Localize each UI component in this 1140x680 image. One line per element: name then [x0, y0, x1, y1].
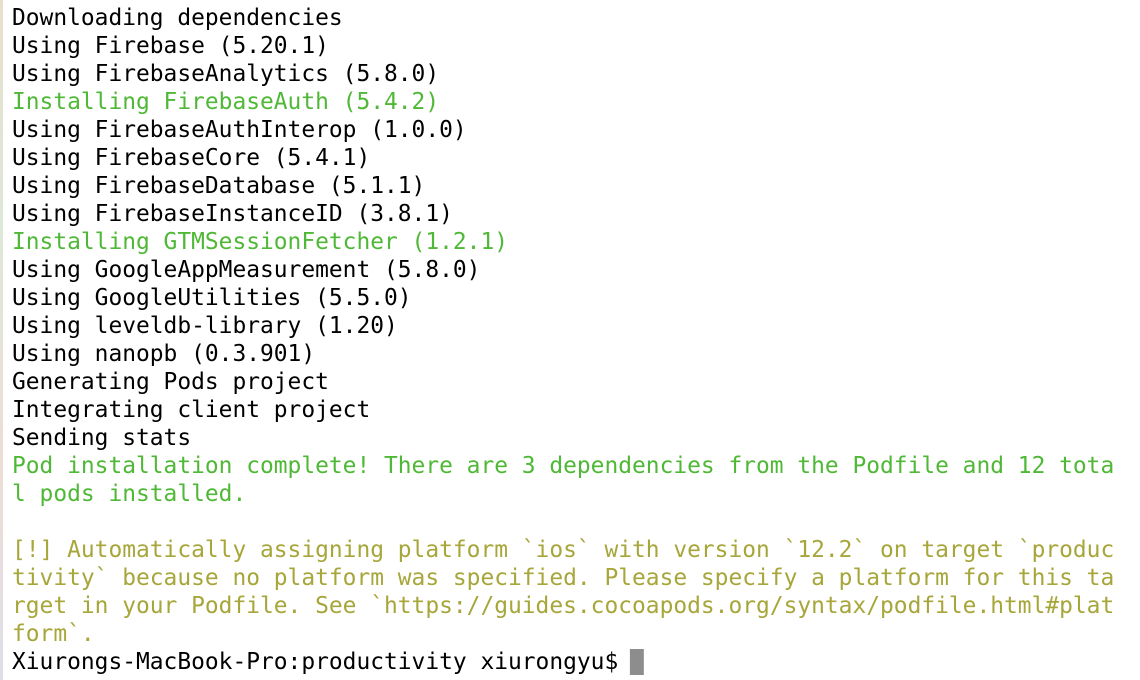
- terminal-line: Using Firebase (5.20.1): [12, 33, 329, 59]
- terminal-line: Using nanopb (0.3.901): [12, 341, 316, 367]
- terminal-line: Using FirebaseInstanceID (3.8.1): [12, 201, 453, 227]
- success-message: l pods installed.: [12, 481, 247, 507]
- warning-message: form`.: [12, 621, 95, 647]
- terminal-line: Generating Pods project: [12, 369, 329, 395]
- terminal-line: Using FirebaseAuthInterop (1.0.0): [12, 117, 467, 143]
- terminal-line-installing: Installing FirebaseAuth (5.4.2): [12, 89, 440, 115]
- terminal-line: Using GoogleUtilities (5.5.0): [12, 285, 412, 311]
- terminal-line: Using FirebaseCore (5.4.1): [12, 145, 371, 171]
- warning-message: tivity` because no platform was specifie…: [12, 565, 1115, 591]
- warning-message: rget in your Podfile. See `https://guide…: [12, 593, 1115, 619]
- terminal-window[interactable]: Downloading dependencies Using Firebase …: [0, 0, 1140, 680]
- terminal-line: Using FirebaseDatabase (5.1.1): [12, 173, 426, 199]
- window-edge: [0, 0, 3, 680]
- terminal-line: Using FirebaseAnalytics (5.8.0): [12, 61, 440, 87]
- terminal-line: Downloading dependencies: [12, 5, 343, 31]
- terminal-line-installing: Installing GTMSessionFetcher (1.2.1): [12, 229, 509, 255]
- prompt-line[interactable]: Xiurongs-MacBook-Pro:productivity xiuron…: [12, 648, 1134, 676]
- terminal-line: Sending stats: [12, 425, 192, 451]
- warning-message: [!] Automatically assigning platform `io…: [12, 537, 1115, 563]
- success-message: Pod installation complete! There are 3 d…: [12, 453, 1115, 479]
- terminal-line: Using leveldb-library (1.20): [12, 313, 398, 339]
- terminal-line: Using GoogleAppMeasurement (5.8.0): [12, 257, 481, 283]
- shell-prompt: Xiurongs-MacBook-Pro:productivity xiuron…: [12, 649, 619, 675]
- terminal-line: Integrating client project: [12, 397, 371, 423]
- text-cursor: [630, 649, 645, 675]
